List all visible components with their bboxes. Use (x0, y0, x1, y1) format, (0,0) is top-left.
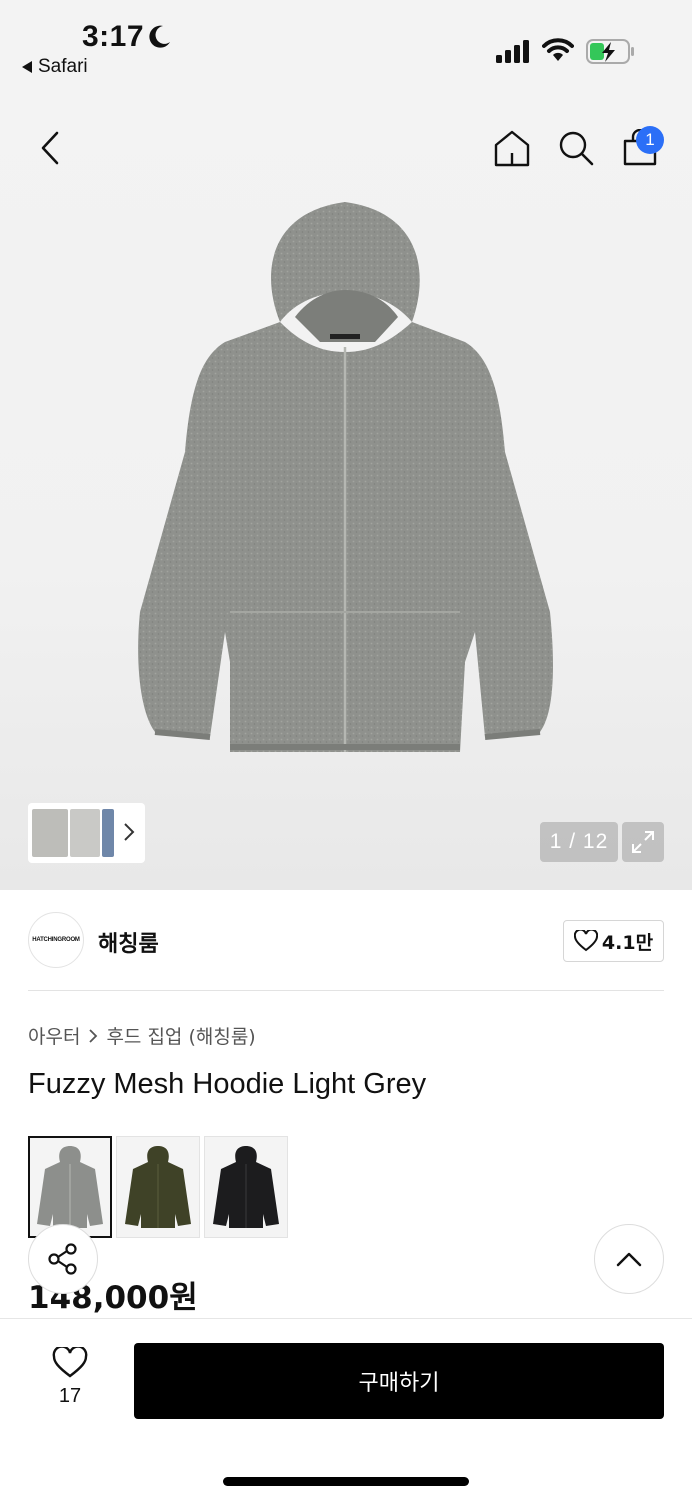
chevron-right-icon (89, 1028, 98, 1043)
product-image[interactable] (130, 192, 560, 752)
bottom-action-bar: 17 구매하기 (0, 1318, 692, 1500)
home-icon (494, 130, 530, 167)
chevron-up-icon (616, 1252, 642, 1267)
brand-row[interactable]: HATCHINGROOM 해칭룸 4.1만 (28, 912, 664, 970)
search-icon (559, 131, 594, 166)
divider (28, 990, 664, 991)
brand-like-count: 4.1만 (601, 931, 654, 954)
share-button[interactable] (28, 1224, 98, 1294)
back-button[interactable] (28, 126, 72, 170)
expand-icon (632, 831, 654, 853)
moon-icon (149, 25, 170, 48)
search-button[interactable] (554, 126, 598, 170)
color-options (28, 1136, 288, 1238)
share-icon (48, 1243, 77, 1275)
brand-name[interactable]: 해칭룸 (98, 926, 159, 958)
home-button[interactable] (490, 126, 534, 170)
color-swatch-black[interactable] (204, 1136, 288, 1238)
wifi-icon (542, 38, 574, 61)
chevron-left-icon (41, 131, 59, 165)
status-time: 3:17 (82, 20, 145, 53)
breadcrumb-subcategory[interactable]: 후드 집업 (해칭룸) (106, 1022, 255, 1049)
scroll-top-button[interactable] (594, 1224, 664, 1294)
image-counter: 1 / 12 (540, 822, 618, 862)
swatch-image (37, 1146, 103, 1228)
wishlist-button[interactable]: 17 (40, 1347, 100, 1417)
cart-count-badge: 1 (636, 126, 664, 154)
chevron-right-icon (124, 823, 135, 841)
thumbnail-strip[interactable] (28, 803, 145, 863)
battery-icon (586, 39, 634, 64)
thumbnail-3[interactable] (102, 809, 114, 857)
swatch-image (125, 1146, 191, 1228)
color-swatch-olive[interactable] (116, 1136, 200, 1238)
color-swatch-light-grey[interactable] (28, 1136, 112, 1238)
breadcrumb-category[interactable]: 아우터 (28, 1022, 80, 1049)
product-gallery[interactable]: 1 1 / 12 (0, 92, 692, 890)
thumbnail-2[interactable] (70, 809, 100, 857)
breadcrumb: 아우터 후드 집업 (해칭룸) (28, 1022, 256, 1049)
heart-icon (52, 1347, 88, 1378)
buy-button[interactable]: 구매하기 (134, 1343, 664, 1419)
swatch-image (213, 1146, 279, 1228)
brand-logo[interactable]: HATCHINGROOM (28, 912, 84, 968)
wishlist-count: 17 (58, 1385, 82, 1407)
status-bar: 3:17 Safari (0, 0, 692, 92)
fullscreen-button[interactable] (622, 822, 664, 862)
back-app-label: Safari (38, 56, 88, 77)
signal-icon (496, 40, 529, 63)
thumbnail-1[interactable] (32, 809, 68, 857)
home-indicator (223, 1477, 469, 1486)
back-triangle-icon (22, 61, 32, 73)
product-title: Fuzzy Mesh Hoodie Light Grey (28, 1068, 427, 1100)
brand-like-button[interactable]: 4.1만 (563, 920, 664, 962)
back-to-app[interactable]: Safari (22, 56, 88, 78)
heart-icon (573, 930, 598, 952)
